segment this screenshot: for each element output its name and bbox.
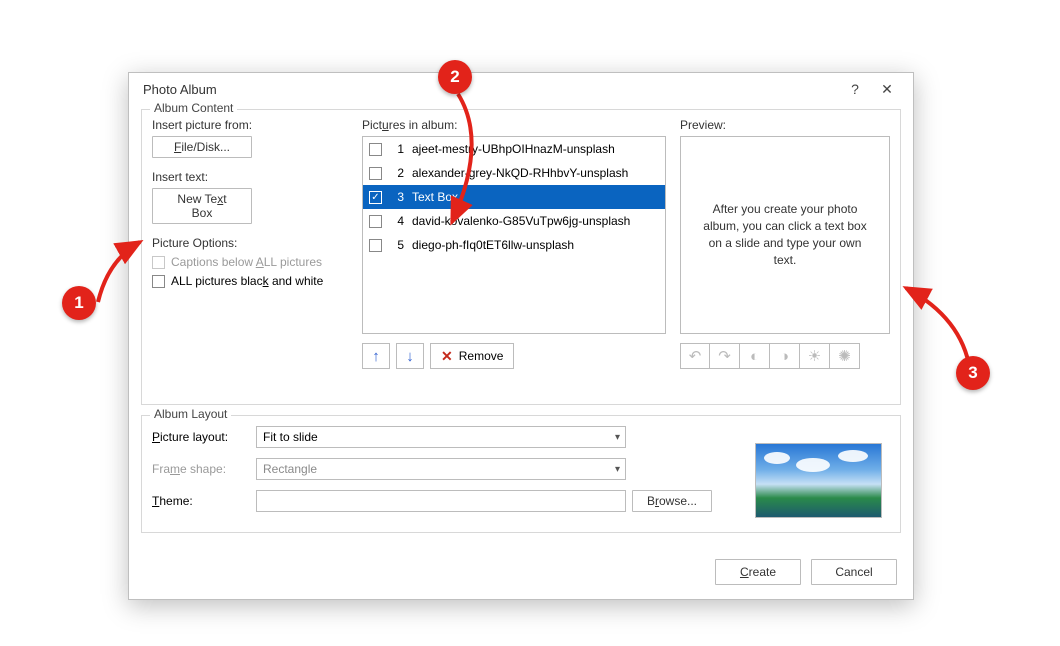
contrast-down-icon: ◑ (770, 343, 800, 369)
insert-text-label: Insert text: (152, 170, 348, 184)
insert-picture-label: Insert picture from: (152, 118, 348, 132)
list-item-number: 3 (390, 190, 404, 204)
pictures-column: Pictures in album: 1ajeet-mestry-UBhpOIH… (362, 118, 666, 369)
list-item-checkbox[interactable]: ✓ (369, 191, 382, 204)
close-icon[interactable]: ✕ (871, 75, 903, 103)
list-item-checkbox[interactable] (369, 239, 382, 252)
captions-below-option: Captions below ALL pictures (152, 255, 348, 269)
create-button[interactable]: Create (715, 559, 801, 585)
list-item-checkbox[interactable] (369, 167, 382, 180)
list-item[interactable]: 1 ajeet-mestry-UBhpOIHnazM-unsplash (363, 137, 665, 161)
browse-button[interactable]: Browse... (632, 490, 712, 512)
bw-checkbox[interactable] (152, 275, 165, 288)
preview-box: After you create your photo album, you c… (680, 136, 890, 334)
layout-thumbnail (755, 443, 882, 518)
list-item-number: 2 (390, 166, 404, 180)
photo-album-dialog: Photo Album ? ✕ Album Content Insert pic… (128, 72, 914, 600)
theme-input[interactable] (256, 490, 626, 512)
album-layout-group: Album Layout Picture layout: Fit to slid… (141, 415, 901, 533)
contrast-up-icon: ◐ (740, 343, 770, 369)
list-item[interactable]: 2 alexander-grey-NkQD-RHhbvY-unsplash (363, 161, 665, 185)
frame-shape-select: Rectangle (256, 458, 626, 480)
move-down-icon[interactable]: ↓ (396, 343, 424, 369)
list-item-label: alexander-grey-NkQD-RHhbvY-unsplash (412, 166, 659, 180)
black-white-option[interactable]: ALL pictures black and white (152, 274, 348, 288)
preview-column: Preview: After you create your photo alb… (680, 118, 890, 369)
album-content-group: Album Content Insert picture from: File/… (141, 109, 901, 405)
callout-3-badge: 3 (956, 356, 990, 390)
file-disk-button[interactable]: File/Disk... (152, 136, 252, 158)
list-item-label: diego-ph-fIq0tET6llw-unsplash (412, 238, 659, 252)
preview-tools: ↶ ↷ ◐ ◑ ☀ ✺ (680, 343, 890, 369)
callout-2-badge: 2 (438, 60, 472, 94)
album-layout-legend: Album Layout (150, 407, 231, 421)
album-content-legend: Album Content (150, 101, 237, 115)
list-item-number: 4 (390, 214, 404, 228)
list-item-number: 5 (390, 238, 404, 252)
list-item[interactable]: 5 diego-ph-fIq0tET6llw-unsplash (363, 233, 665, 257)
list-item[interactable]: ✓ 3 Text Box (363, 185, 665, 209)
remove-button[interactable]: ✕ Remove (430, 343, 514, 369)
preview-label: Preview: (680, 118, 890, 132)
brightness-down-icon: ✺ (830, 343, 860, 369)
rotate-left-icon: ↶ (680, 343, 710, 369)
list-item-checkbox[interactable] (369, 143, 382, 156)
list-item-checkbox[interactable] (369, 215, 382, 228)
picture-layout-select[interactable]: Fit to slide (256, 426, 626, 448)
title-bar: Photo Album ? ✕ (129, 73, 913, 105)
move-up-icon[interactable]: ↑ (362, 343, 390, 369)
list-item-label: ajeet-mestry-UBhpOIHnazM-unsplash (412, 142, 659, 156)
new-text-box-button[interactable]: New Text Box (152, 188, 252, 224)
insert-column: Insert picture from: File/Disk... Insert… (152, 118, 348, 369)
cancel-button[interactable]: Cancel (811, 559, 897, 585)
callout-1-badge: 1 (62, 286, 96, 320)
brightness-up-icon: ☀ (800, 343, 830, 369)
picture-options-label: Picture Options: (152, 236, 348, 250)
pictures-listbox[interactable]: 1 ajeet-mestry-UBhpOIHnazM-unsplash 2 alexa… (362, 136, 666, 334)
list-item-label: Text Box (412, 190, 659, 204)
help-icon[interactable]: ? (839, 75, 871, 103)
list-item-number: 1 (390, 142, 404, 156)
list-item-label: david-kovalenko-G85VuTpw6jg-unsplash (412, 214, 659, 228)
captions-checkbox (152, 256, 165, 269)
rotate-right-icon: ↷ (710, 343, 740, 369)
preview-text: After you create your photo album, you c… (701, 201, 869, 268)
remove-x-icon: ✕ (441, 348, 453, 365)
list-item[interactable]: 4 david-kovalenko-G85VuTpw6jg-unsplash (363, 209, 665, 233)
dialog-title: Photo Album (143, 82, 217, 97)
